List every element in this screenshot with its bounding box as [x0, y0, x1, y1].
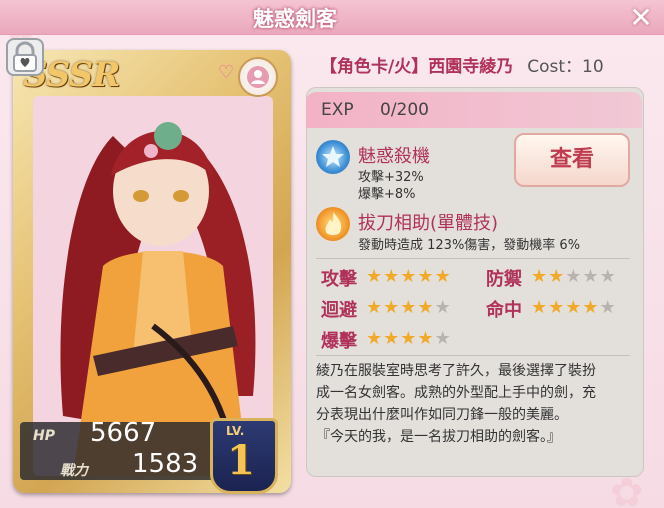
profile-button[interactable]: [238, 57, 278, 97]
stat-label-critical: 爆擊: [321, 331, 357, 352]
star-filled-icon: ★: [531, 266, 548, 287]
star-filled-icon: ★: [383, 266, 400, 287]
description-line: 綾乃在服裝室時思考了許久，最後選擇了裝扮: [316, 363, 596, 379]
card-detail-window: ✿ ✿ 魅惑劍客 ✕ SSSR: [0, 0, 664, 508]
stat-label-defense: 防禦: [486, 269, 522, 290]
star-filled-icon: ★: [366, 266, 383, 287]
blue-star-icon: [316, 140, 350, 174]
skill-2-desc: 發動時造成 123%傷害，發動機率 6%: [358, 238, 581, 253]
title-bar: 魅惑劍客 ✕: [0, 0, 664, 35]
profile-icon: [247, 66, 269, 88]
star-empty-icon: ★: [582, 266, 599, 287]
power-value: 1583: [132, 449, 199, 479]
divider: [316, 355, 630, 356]
skill-1-desc: 爆擊+8%: [358, 187, 416, 202]
star-empty-icon: ★: [434, 297, 451, 318]
card-category-name: 【角色卡/火】西園寺綾乃: [320, 57, 514, 77]
star-filled-icon: ★: [531, 297, 548, 318]
star-filled-icon: ★: [383, 297, 400, 318]
close-icon: ✕: [629, 1, 653, 34]
character-description: 綾乃在服裝室時思考了許久，最後選擇了裝扮 成一名女劍客。成熟的外型配上手中的劍，…: [316, 360, 632, 448]
star-filled-icon: ★: [366, 297, 383, 318]
stat-stars-critical: ★ ★ ★ ★ ★: [366, 328, 451, 349]
star-filled-icon: ★: [417, 328, 434, 349]
skill-1-name: 魅惑殺機: [358, 146, 430, 167]
hp-value: 5667: [90, 418, 157, 448]
star-filled-icon: ★: [400, 328, 417, 349]
card-cost: Cost：10: [527, 57, 604, 77]
stat-label-evasion: 迴避: [321, 300, 357, 321]
divider: [316, 258, 630, 259]
star-filled-icon: ★: [417, 266, 434, 287]
hp-label: HP: [33, 428, 55, 444]
star-filled-icon: ★: [383, 328, 400, 349]
star-empty-icon: ★: [434, 328, 451, 349]
description-line: 『今天的我，是一名拔刀相助的劍客。』: [316, 429, 561, 445]
power-label: 戰力: [60, 463, 88, 479]
stat-stars-evasion: ★ ★ ★ ★ ★: [366, 297, 451, 318]
stat-stars-attack: ★ ★ ★ ★ ★: [366, 266, 451, 287]
stat-stars-defense: ★ ★ ★ ★ ★: [531, 266, 616, 287]
favorite-icon: ♡: [218, 62, 235, 83]
flame-icon: [316, 207, 350, 241]
exp-value: 0/200: [380, 100, 429, 120]
stat-stars-accuracy: ★ ★ ★ ★ ★: [531, 297, 616, 318]
exp-bar: [306, 92, 642, 128]
star-filled-icon: ★: [366, 328, 383, 349]
stat-label-accuracy: 命中: [486, 300, 522, 321]
view-button[interactable]: 查看: [514, 133, 630, 187]
level-value: 1: [227, 437, 255, 484]
description-line: 分表現出什麼叫作如同刀鋒一般的美麗。: [316, 407, 568, 423]
skill-2-name: 拔刀相助(單體技): [358, 213, 499, 234]
star-filled-icon: ★: [400, 297, 417, 318]
card-heading: 【角色卡/火】西園寺綾乃 Cost：10: [320, 52, 604, 77]
star-filled-icon: ★: [582, 297, 599, 318]
star-filled-icon: ★: [548, 266, 565, 287]
star-filled-icon: ★: [434, 266, 451, 287]
star-empty-icon: ★: [565, 266, 582, 287]
description-line: 成一名女劍客。成熟的外型配上手中的劍，充: [316, 385, 596, 401]
window-title: 魅惑劍客: [253, 7, 337, 31]
star-empty-icon: ★: [599, 297, 616, 318]
star-filled-icon: ★: [548, 297, 565, 318]
lock-button[interactable]: [6, 38, 44, 76]
close-button[interactable]: ✕: [626, 4, 656, 32]
star-empty-icon: ★: [599, 266, 616, 287]
star-filled-icon: ★: [417, 297, 434, 318]
star-filled-icon: ★: [400, 266, 417, 287]
stat-label-attack: 攻擊: [321, 269, 357, 290]
level-label: LV.: [226, 424, 245, 438]
lock-heart-icon: [13, 41, 37, 72]
exp-label: EXP: [321, 100, 354, 120]
star-filled-icon: ★: [565, 297, 582, 318]
